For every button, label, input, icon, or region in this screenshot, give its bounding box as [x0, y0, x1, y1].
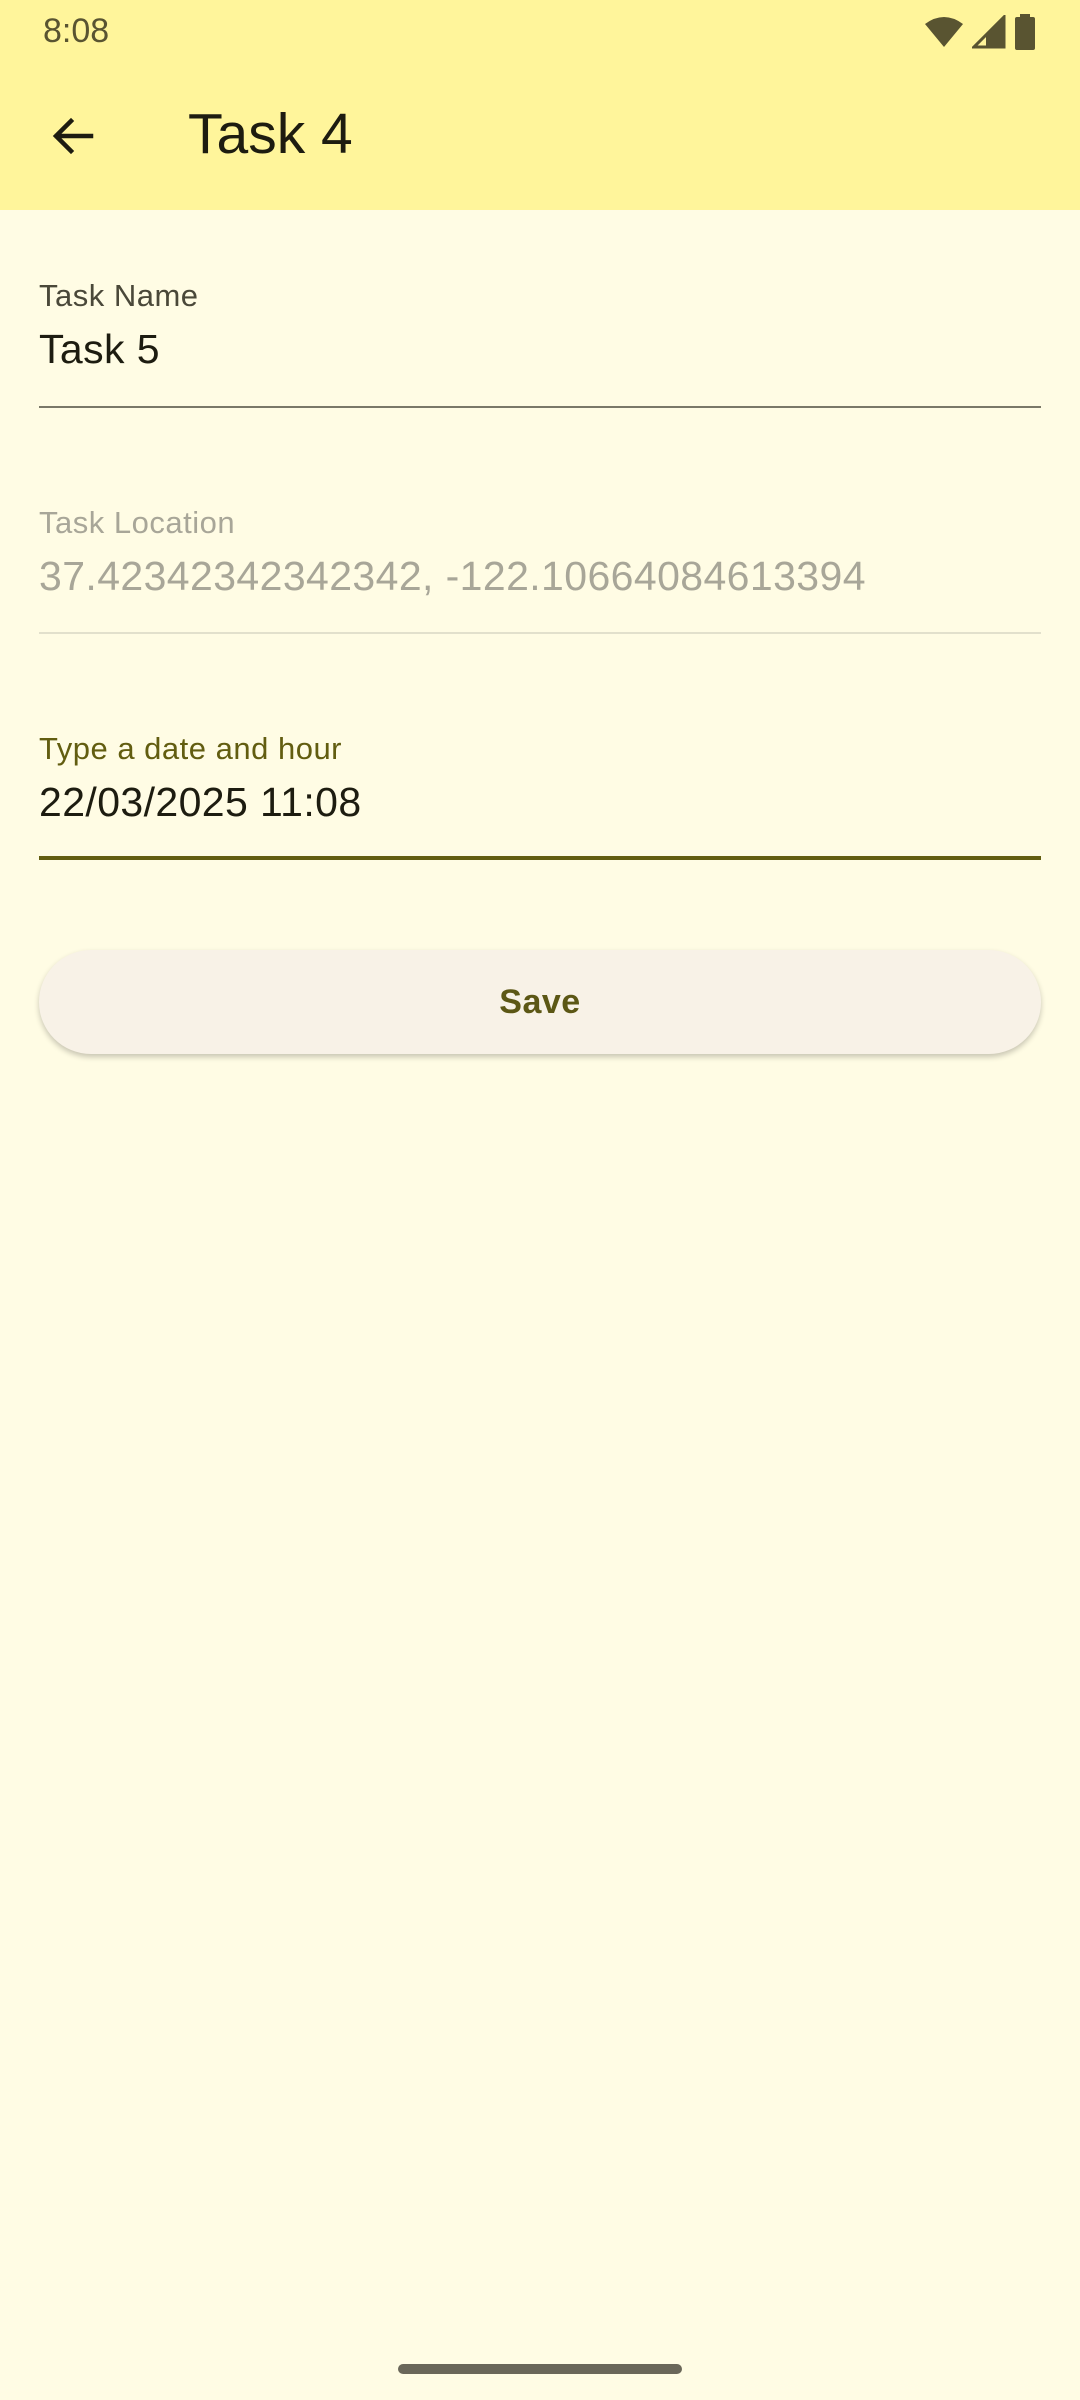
task-location-value: 37.42342342342342, -122.10664084613394 [39, 553, 866, 599]
status-icons [924, 13, 1036, 55]
task-name-label: Task Name [39, 278, 199, 313]
back-button[interactable] [33, 98, 113, 178]
task-name-underline [39, 406, 1041, 408]
date-hour-underline [39, 856, 1041, 860]
task-name-value[interactable]: Task 5 [39, 326, 1041, 373]
status-time: 8:08 [43, 12, 110, 50]
date-hour-field[interactable]: Type a date and hour 22/03/2025 11:08 [39, 731, 1041, 863]
home-indicator[interactable] [398, 2364, 682, 2374]
task-location-field: Task Location 37.42342342342342, -122.10… [39, 505, 1041, 635]
app-bar: Task 4 [0, 62, 1080, 210]
wifi-icon [924, 16, 964, 53]
task-location-label: Task Location [39, 505, 236, 540]
date-hour-value[interactable]: 22/03/2025 11:08 [39, 779, 1041, 826]
page-title: Task 4 [188, 102, 353, 166]
save-button[interactable]: Save [39, 950, 1041, 1054]
arrow-left-icon [49, 112, 97, 165]
cellular-signal-icon [970, 13, 1006, 54]
date-hour-label: Type a date and hour [39, 731, 343, 766]
status-bar: 8:08 [0, 0, 1080, 62]
battery-icon [1014, 14, 1036, 55]
task-name-field[interactable]: Task Name Task 5 [39, 278, 1041, 410]
task-location-underline [39, 632, 1041, 634]
